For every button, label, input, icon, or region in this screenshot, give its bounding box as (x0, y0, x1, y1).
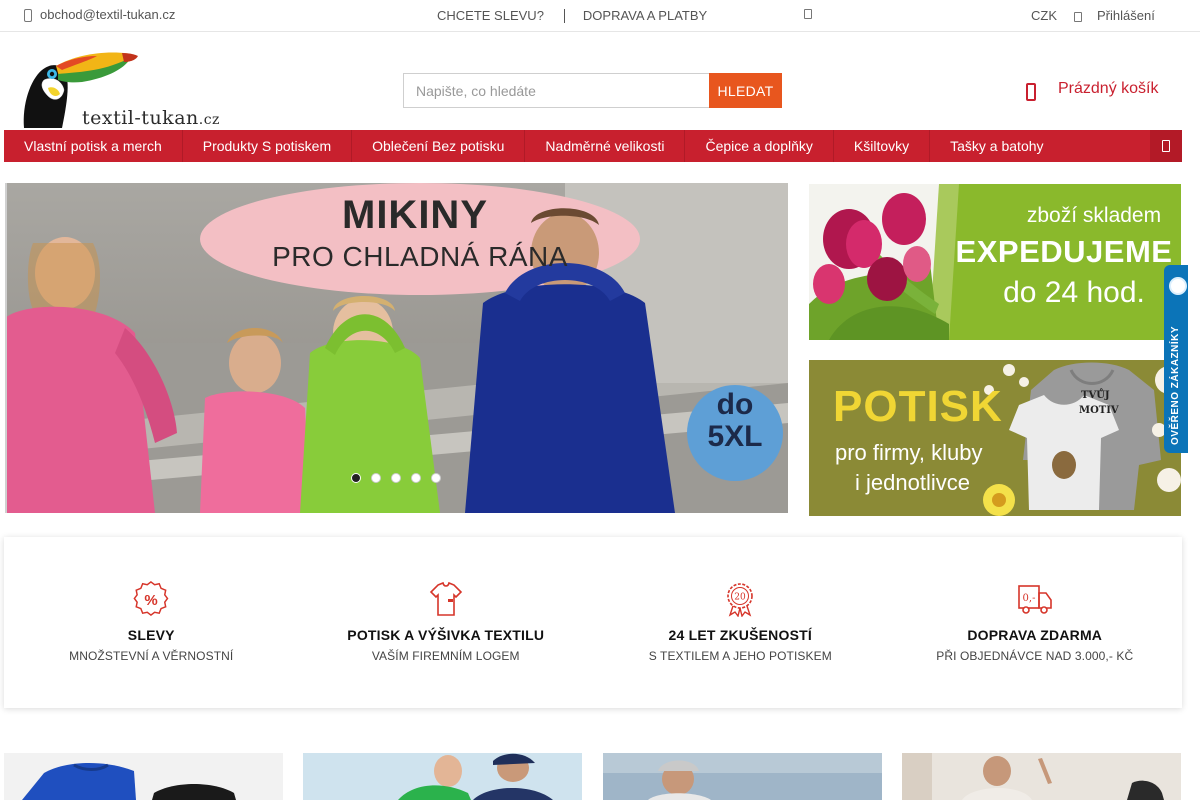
custom-print-banner[interactable]: POTISK pro firmy, kluby i jednotlivce TV… (809, 360, 1181, 516)
search-button[interactable]: HLEDAT (709, 73, 782, 108)
email-text[interactable]: obchod@textil-tukan.cz (40, 7, 175, 22)
hero-slider[interactable]: MIKINY PRO CHLADNÁ RÁNA do 5XL (5, 183, 788, 513)
cart-link[interactable]: Prázdný košík (1026, 80, 1158, 101)
category-thumb-4[interactable] (902, 753, 1181, 800)
feature-discounts: % SLEVY MNOŽSTEVNÍ A VĚRNOSTNÍ (4, 537, 299, 708)
category-thumb-2[interactable] (303, 753, 582, 800)
nav-more-button[interactable] (1150, 130, 1182, 162)
category-image (902, 753, 1181, 800)
feature-printing: POTISK A VÝŠIVKA TEXTILU VAŠÍM FIREMNÍM … (299, 537, 594, 708)
feature-title: DOPRAVA ZDARMA (967, 627, 1103, 643)
nav-item-blank-clothing[interactable]: Oblečení Bez potisku (352, 130, 526, 162)
size-badge: do 5XL (687, 388, 783, 452)
nav-item-hats-accessories[interactable]: Čepice a doplňky (685, 130, 834, 162)
slider-dot[interactable] (391, 473, 401, 483)
hero-subtitle: PRO CHLADNÁ RÁNA (272, 241, 568, 272)
banner1-line3: do 24 hod. (1003, 276, 1145, 309)
category-image (303, 753, 582, 800)
verified-customers-badge[interactable]: OVĚŘENO ZÁKAZNÍKY (1164, 265, 1188, 453)
currency-label[interactable]: CZK (1031, 8, 1057, 23)
category-thumbnails (4, 753, 1194, 800)
verified-badge-label: OVĚŘENO ZÁKAZNÍKY (1170, 325, 1181, 445)
banner1-line1: zboží skladem (1026, 204, 1162, 227)
phone-icon (22, 8, 32, 22)
nav-item-custom-print[interactable]: Vlastní potisk a merch (4, 130, 183, 162)
nav-item-plus-sizes[interactable]: Nadměrné velikosti (525, 130, 686, 162)
hero-title: MIKINY (342, 193, 488, 237)
feature-subtitle: PŘI OBJEDNÁVCE NAD 3.000,- KČ (936, 649, 1134, 663)
logo-wordmark: textil-tukan.cz (82, 107, 220, 129)
cart-label[interactable]: Prázdný košík (1058, 80, 1158, 98)
svg-text:0,-: 0,- (1022, 593, 1035, 604)
menu-icon (1162, 140, 1170, 152)
logo-text: textil-tukan (82, 107, 199, 129)
percent-badge-icon: % (133, 581, 169, 616)
shipping-link[interactable]: DOPRAVA A PLATBY (583, 8, 707, 23)
search-form: HLEDAT (403, 73, 782, 108)
shirt-text-2: MOTIV (1079, 405, 1119, 416)
divider (563, 8, 565, 23)
login-link[interactable]: Přihlášení (1097, 8, 1155, 23)
slider-dots (351, 473, 441, 483)
nav-item-bags[interactable]: Tašky a batohy (930, 130, 1063, 162)
feature-subtitle: MNOŽSTEVNÍ A VĚRNOSTNÍ (69, 649, 234, 663)
shopping-bag-icon (1026, 83, 1036, 101)
category-thumb-1[interactable] (4, 753, 283, 800)
top-bar: obchod@textil-tukan.cz CHCETE SLEVU? DOP… (0, 0, 1200, 32)
feature-title: 24 LET ZKUŠENOSTÍ (668, 627, 812, 643)
category-thumb-3[interactable] (603, 753, 882, 800)
feature-free-shipping: 0,- DOPRAVA ZDARMA PŘI OBJEDNÁVCE NAD 3.… (888, 537, 1183, 708)
stock-shipping-banner[interactable]: zboží skladem EXPEDUJEME do 24 hod. (809, 184, 1181, 340)
shirt-text-1: TVŮJ (1081, 390, 1110, 401)
verified-seal-icon (1169, 277, 1187, 295)
main-navigation: Vlastní potisk a merch Produkty S potisk… (4, 130, 1182, 162)
banner2-line2: i jednotlivce (855, 470, 970, 495)
feature-experience: 20 24 LET ZKUŠENOSTÍ S TEXTILEM A JEHO P… (593, 537, 888, 708)
svg-text:%: % (145, 592, 158, 609)
feature-subtitle: VAŠÍM FIREMNÍM LOGEM (371, 649, 520, 663)
search-input[interactable] (403, 73, 709, 108)
rosette-20-icon: 20 (727, 583, 754, 617)
feature-title: SLEVY (127, 627, 175, 643)
tshirt-print-icon (429, 581, 462, 616)
nav-item-printed-products[interactable]: Produkty S potiskem (183, 130, 353, 162)
slider-dot[interactable] (351, 473, 361, 483)
features-strip: % SLEVY MNOŽSTEVNÍ A VĚRNOSTNÍ POTISK A … (4, 537, 1182, 708)
category-image (603, 753, 882, 800)
slider-dot[interactable] (411, 473, 421, 483)
discount-link[interactable]: CHCETE SLEVU? (437, 8, 544, 23)
top-nav: CHCETE SLEVU? DOPRAVA A PLATBY (437, 8, 707, 23)
banner2-line1: pro firmy, kluby (835, 440, 983, 465)
currency-selector[interactable]: CZK (1031, 8, 1082, 23)
banner2-title: POTISK (833, 382, 1003, 431)
slider-dot[interactable] (371, 473, 381, 483)
nav-item-caps[interactable]: Kšiltovky (834, 130, 931, 162)
svg-text:20: 20 (735, 593, 747, 603)
size-badge-line2: 5XL (707, 420, 763, 453)
logo-tld: .cz (198, 112, 220, 128)
category-image (4, 753, 283, 800)
delivery-truck-icon: 0,- (1017, 585, 1052, 614)
feature-title: POTISK A VÝŠIVKA TEXTILU (347, 627, 545, 643)
email-link[interactable]: obchod@textil-tukan.cz (22, 7, 175, 22)
user-icon (1073, 10, 1082, 22)
banner1-line2: EXPEDUJEME (955, 234, 1173, 269)
slider-dot[interactable] (431, 473, 441, 483)
small-cart-icon[interactable] (804, 9, 812, 19)
feature-subtitle: S TEXTILEM A JEHO POTISKEM (648, 649, 832, 663)
size-badge-line1: do (716, 388, 754, 421)
